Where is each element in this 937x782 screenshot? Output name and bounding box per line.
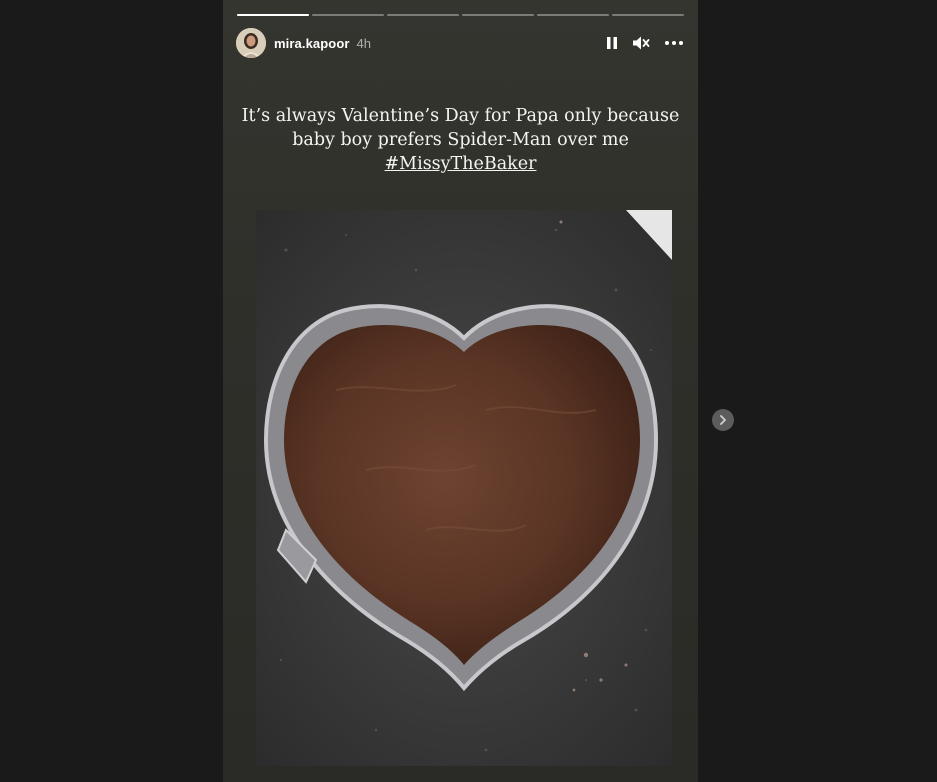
- more-horizontal-icon: [665, 41, 683, 45]
- story-photo: [256, 210, 672, 766]
- chevron-right-icon: [720, 415, 726, 425]
- story-viewer[interactable]: mira.kapoor 4h It’s always Valentine’s D…: [223, 0, 698, 782]
- story-progress-bar: [237, 14, 684, 16]
- more-options-button[interactable]: [664, 40, 684, 46]
- story-controls: [606, 35, 684, 51]
- avatar[interactable]: [236, 28, 266, 58]
- story-header: mira.kapoor 4h: [236, 27, 684, 59]
- mute-button[interactable]: [632, 35, 650, 51]
- caption-line: It’s always Valentine’s Day for Papa onl…: [241, 106, 680, 126]
- post-time: 4h: [356, 35, 371, 51]
- next-story-button[interactable]: [712, 409, 734, 431]
- progress-segment: [387, 14, 459, 16]
- caption-line: baby boy prefers Spider-Man over me: [292, 130, 629, 150]
- muted-speaker-icon: [633, 36, 650, 50]
- story-caption: It’s always Valentine’s Day for Papa onl…: [223, 104, 698, 176]
- hashtag-link[interactable]: #MissyTheBaker: [223, 152, 698, 176]
- progress-segment: [462, 14, 534, 16]
- progress-segment: [312, 14, 384, 16]
- progress-segment: [612, 14, 684, 16]
- username[interactable]: mira.kapoor: [274, 36, 350, 51]
- pause-icon: [607, 37, 617, 49]
- progress-segment: [537, 14, 609, 16]
- pause-button[interactable]: [606, 36, 618, 50]
- progress-segment: [237, 14, 309, 16]
